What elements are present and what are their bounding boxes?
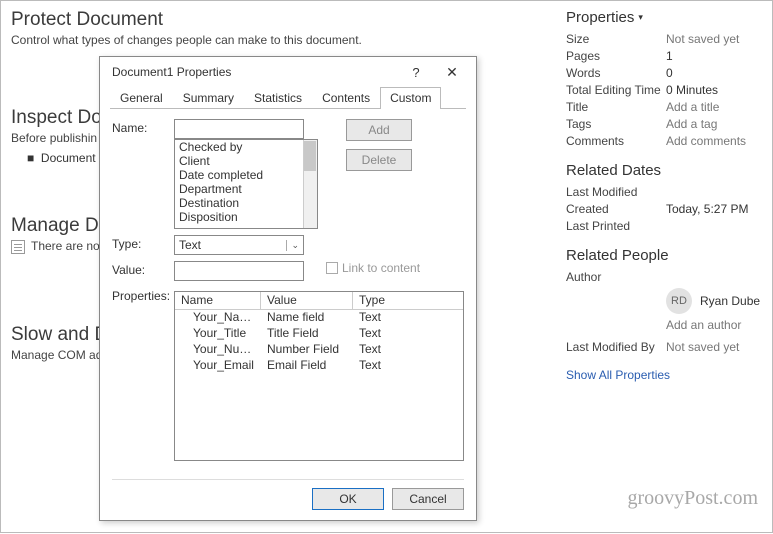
property-key: Title [566, 100, 666, 114]
grid-cell-value: Number Field [261, 342, 353, 358]
value-input[interactable] [174, 261, 304, 281]
date-value: Today, 5:27 PM [666, 202, 766, 216]
grid-cell-name: Your_Title [175, 326, 261, 342]
grid-header-name[interactable]: Name [175, 292, 261, 310]
property-row: TitleAdd a title [566, 100, 766, 114]
grid-row[interactable]: Your_Nu…Number FieldText [175, 342, 463, 358]
show-all-properties-link[interactable]: Show All Properties [566, 368, 766, 382]
date-value [666, 185, 766, 199]
date-key: Created [566, 202, 666, 216]
property-key: Total Editing Time [566, 83, 666, 97]
tab-general[interactable]: General [110, 87, 173, 109]
date-key: Last Printed [566, 219, 666, 233]
ok-button[interactable]: OK [312, 488, 384, 510]
scrollbar-thumb[interactable] [304, 141, 316, 171]
protect-document-title: Protect Document [11, 9, 556, 31]
author-name: Ryan Dube [700, 294, 760, 308]
grid-row[interactable]: Your_NameName fieldText [175, 310, 463, 326]
related-dates-heading: Related Dates [566, 162, 766, 179]
tab-contents[interactable]: Contents [312, 87, 380, 109]
property-row: Words0 [566, 66, 766, 80]
protect-document-subtitle: Control what types of changes people can… [11, 33, 556, 47]
property-value[interactable]: Add comments [666, 134, 766, 148]
property-row: TagsAdd a tag [566, 117, 766, 131]
related-people-heading: Related People [566, 247, 766, 264]
suggestion-item[interactable]: Client [175, 154, 317, 168]
tab-statistics[interactable]: Statistics [244, 87, 312, 109]
help-button[interactable]: ? [398, 65, 434, 80]
name-label: Name: [112, 119, 174, 135]
property-row: SizeNot saved yet [566, 32, 766, 46]
scrollbar[interactable] [303, 140, 317, 228]
properties-label: Properties: [112, 287, 174, 303]
property-row: CommentsAdd comments [566, 134, 766, 148]
name-input[interactable] [174, 119, 304, 139]
add-author-link[interactable]: Add an author [666, 318, 766, 332]
chevron-down-icon: ▾ [638, 12, 643, 23]
date-value [666, 219, 766, 233]
chevron-down-icon: ⌄ [286, 240, 299, 251]
grid-cell-type: Text [353, 310, 463, 326]
property-value: 0 Minutes [666, 83, 766, 97]
link-to-content-checkbox[interactable]: Link to content [326, 261, 420, 275]
grid-cell-name: Your_Name [175, 310, 261, 326]
property-row: Total Editing Time0 Minutes [566, 83, 766, 97]
grid-header-value[interactable]: Value [261, 292, 353, 310]
property-value: 0 [666, 66, 766, 80]
author-label: Author [566, 270, 666, 284]
suggestion-item[interactable]: Date completed [175, 168, 317, 182]
grid-row[interactable]: Your_EmailEmail FieldText [175, 358, 463, 374]
type-select[interactable]: Text ⌄ [174, 235, 304, 255]
author-entry[interactable]: RD Ryan Dube [666, 288, 766, 314]
document-icon [11, 240, 25, 254]
tab-custom[interactable]: Custom [380, 87, 441, 109]
delete-button[interactable]: Delete [346, 149, 412, 171]
document-properties-dialog: Document1 Properties ? ✕ GeneralSummaryS… [99, 56, 477, 521]
property-key: Tags [566, 117, 666, 131]
grid-cell-name: Your_Email [175, 358, 261, 374]
last-modified-by-value: Not saved yet [666, 340, 766, 354]
grid-cell-name: Your_Nu… [175, 342, 261, 358]
add-button[interactable]: Add [346, 119, 412, 141]
property-key: Words [566, 66, 666, 80]
date-row: CreatedToday, 5:27 PM [566, 202, 766, 216]
grid-cell-type: Text [353, 342, 463, 358]
grid-header-type[interactable]: Type [353, 292, 463, 310]
name-suggestions-list[interactable]: Checked byClientDate completedDepartment… [174, 139, 318, 229]
property-key: Comments [566, 134, 666, 148]
last-modified-by-label: Last Modified By [566, 340, 666, 354]
grid-cell-type: Text [353, 358, 463, 374]
type-label: Type: [112, 235, 174, 251]
avatar: RD [666, 288, 692, 314]
grid-cell-type: Text [353, 326, 463, 342]
cancel-button[interactable]: Cancel [392, 488, 464, 510]
tab-summary[interactable]: Summary [173, 87, 244, 109]
suggestion-item[interactable]: Disposition [175, 210, 317, 224]
checkbox-icon [326, 262, 338, 274]
suggestion-item[interactable]: Checked by [175, 140, 317, 154]
date-row: Last Printed [566, 219, 766, 233]
watermark: groovyPost.com [627, 487, 758, 510]
date-row: Last Modified [566, 185, 766, 199]
properties-grid[interactable]: Name Value Type Your_NameName fieldTextY… [174, 291, 464, 461]
dialog-title: Document1 Properties [112, 65, 398, 79]
property-value[interactable]: Not saved yet [666, 32, 766, 46]
grid-cell-value: Email Field [261, 358, 353, 374]
date-key: Last Modified [566, 185, 666, 199]
property-value: 1 [666, 49, 766, 63]
suggestion-item[interactable]: Destination [175, 196, 317, 210]
property-key: Pages [566, 49, 666, 63]
close-button[interactable]: ✕ [434, 64, 470, 81]
grid-cell-value: Title Field [261, 326, 353, 342]
grid-row[interactable]: Your_TitleTitle FieldText [175, 326, 463, 342]
properties-dropdown[interactable]: Properties ▾ [566, 9, 766, 26]
suggestion-item[interactable]: Department [175, 182, 317, 196]
grid-cell-value: Name field [261, 310, 353, 326]
property-key: Size [566, 32, 666, 46]
property-row: Pages1 [566, 49, 766, 63]
value-label: Value: [112, 261, 174, 277]
property-value[interactable]: Add a tag [666, 117, 766, 131]
property-value[interactable]: Add a title [666, 100, 766, 114]
